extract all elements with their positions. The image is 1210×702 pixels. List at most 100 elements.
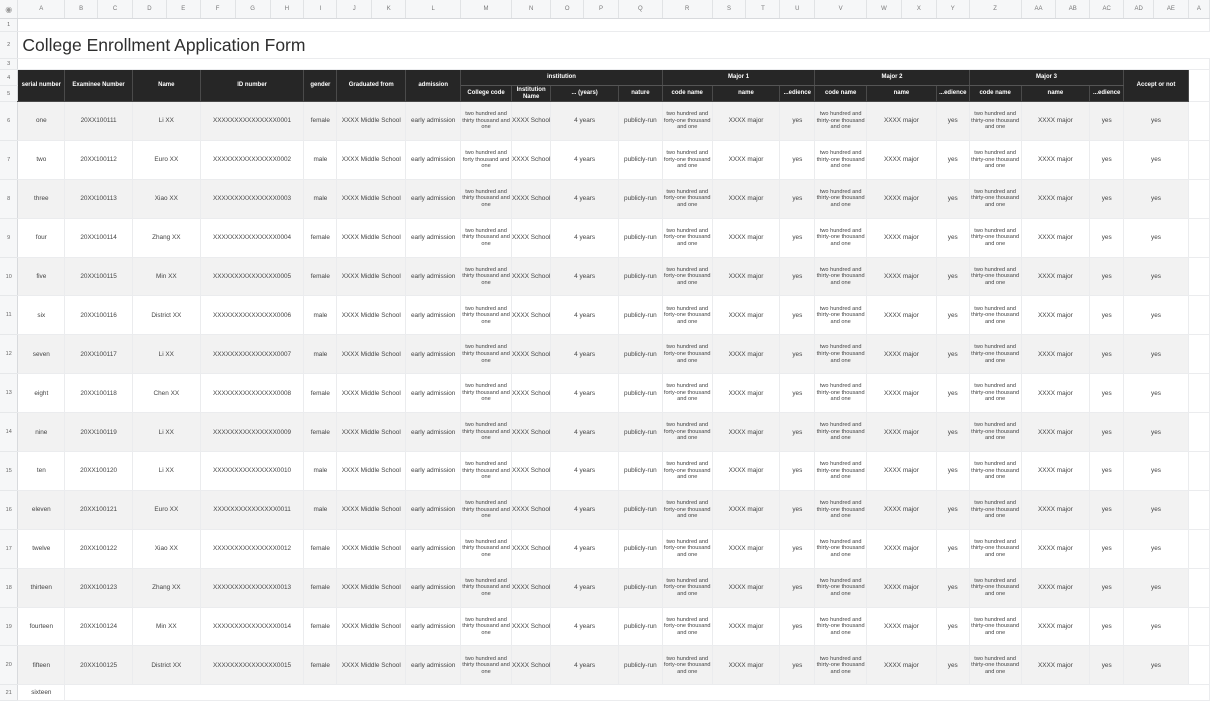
column-letter[interactable]: AB [1055,0,1091,19]
institution-name-cell[interactable]: XXXX School [511,295,552,336]
header-major-1[interactable]: Major 1 [662,69,816,86]
major1-code-cell[interactable]: two hundred and forty-one thousand and o… [662,451,713,491]
name-cell[interactable]: District XX [132,295,201,336]
nature-cell[interactable]: publicly-run [618,140,663,180]
major2-name-cell[interactable]: XXXX major [866,607,937,647]
gender-cell[interactable]: male [303,451,338,491]
column-letter[interactable]: E [166,0,201,19]
header-m3-name[interactable]: name [1021,85,1091,102]
id-number-cell[interactable]: XXXXXXXXXXXXXXX0001 [200,101,305,141]
major2-obedience-cell[interactable]: yes [936,607,970,647]
gender-cell[interactable]: female [303,412,338,453]
column-letter[interactable]: AD [1123,0,1155,19]
examinee-number-cell[interactable]: 20XX100122 [64,529,133,569]
gender-cell[interactable]: female [303,257,338,297]
major3-code-cell[interactable]: two hundred and thirty-one thousand and … [969,529,1022,569]
serial-cell[interactable]: eleven [17,490,66,530]
name-cell[interactable]: District XX [132,645,201,686]
nature-cell[interactable]: publicly-run [618,334,663,375]
major2-name-cell[interactable]: XXXX major [866,490,937,530]
major3-obedience-cell[interactable]: yes [1089,490,1125,530]
examinee-number-cell[interactable]: 20XX100114 [64,218,133,258]
college-code-cell[interactable]: two hundred and thirty thousand and one [460,568,512,608]
admission-cell[interactable]: early admission [405,218,462,258]
accept-cell[interactable]: yes [1123,218,1189,258]
major1-name-cell[interactable]: XXXX major [712,451,781,491]
serial-cell[interactable]: eight [17,373,66,414]
major2-code-cell[interactable]: two hundred and thirty-one thousand and … [814,257,868,297]
college-code-cell[interactable]: two hundred and thirty thousand and one [460,334,512,375]
column-letter[interactable]: C [97,0,133,19]
major1-obedience-cell[interactable]: yes [779,412,816,453]
college-code-cell[interactable]: two hundred and forty thousand and one [460,140,512,180]
header-m2-name[interactable]: name [866,85,937,102]
nature-cell[interactable]: publicly-run [618,607,663,647]
serial-cell[interactable]: six [17,295,66,336]
serial-cell[interactable]: three [17,179,66,219]
header-name[interactable]: Name [132,69,201,102]
row-number[interactable]: 7 [0,140,19,180]
major2-name-cell[interactable]: XXXX major [866,373,937,414]
empty-cell[interactable] [1188,295,1210,336]
major2-obedience-cell[interactable]: yes [936,412,970,453]
major1-code-cell[interactable]: two hundred and forty-one thousand and o… [662,295,713,336]
major2-code-cell[interactable]: two hundred and thirty-one thousand and … [814,645,868,686]
header-m2-code-name[interactable]: code name [814,85,868,102]
id-number-cell[interactable]: XXXXXXXXXXXXXXX0008 [200,373,305,414]
major3-code-cell[interactable]: two hundred and thirty-one thousand and … [969,334,1022,375]
column-letter[interactable]: T [745,0,781,19]
major2-code-cell[interactable]: two hundred and thirty-one thousand and … [814,490,868,530]
major2-name-cell[interactable]: XXXX major [866,334,937,375]
empty-cell[interactable] [1188,490,1210,530]
major1-name-cell[interactable]: XXXX major [712,607,781,647]
major2-obedience-cell[interactable]: yes [936,373,970,414]
major2-name-cell[interactable]: XXXX major [866,451,937,491]
name-cell[interactable]: Euro XX [132,140,201,180]
name-cell[interactable]: Min XX [132,257,201,297]
serial-cell[interactable]: nine [17,412,66,453]
gender-cell[interactable]: female [303,645,338,686]
column-letter[interactable]: AC [1089,0,1125,19]
examinee-number-cell[interactable]: 20XX100119 [64,412,133,453]
college-code-cell[interactable]: two hundred and thirty thousand and one [460,607,512,647]
major3-name-cell[interactable]: XXXX major [1021,334,1091,375]
header-college-code[interactable]: College code [460,85,512,102]
name-cell[interactable]: Li XX [132,451,201,491]
accept-cell[interactable]: yes [1123,412,1189,453]
row-number[interactable]: 16 [0,490,19,530]
column-letter[interactable]: B [64,0,99,19]
empty-cell[interactable] [1188,69,1210,102]
serial-cell[interactable]: four [17,218,66,258]
major3-code-cell[interactable]: two hundred and thirty-one thousand and … [969,295,1022,336]
header-institution-name[interactable]: Institution Name [511,85,552,102]
major1-code-cell[interactable]: two hundred and forty-one thousand and o… [662,257,713,297]
header-institution[interactable]: institution [460,69,663,86]
major1-code-cell[interactable]: two hundred and forty-one thousand and o… [662,101,713,141]
major1-obedience-cell[interactable]: yes [779,607,816,647]
header-major-3[interactable]: Major 3 [969,69,1125,86]
column-letter[interactable]: I [303,0,338,19]
years-cell[interactable]: 4 years [550,373,619,414]
id-number-cell[interactable]: XXXXXXXXXXXXXXX0013 [200,568,305,608]
major3-obedience-cell[interactable]: yes [1089,101,1125,141]
college-code-cell[interactable]: two hundred and thirty thousand and one [460,451,512,491]
examinee-number-cell[interactable]: 20XX100125 [64,645,133,686]
years-cell[interactable]: 4 years [550,179,619,219]
examinee-number-cell[interactable]: 20XX100111 [64,101,133,141]
major3-obedience-cell[interactable]: yes [1089,412,1125,453]
nature-cell[interactable]: publicly-run [618,373,663,414]
accept-cell[interactable]: yes [1123,568,1189,608]
header-m1-code-name[interactable]: code name [662,85,713,102]
graduated-from-cell[interactable]: XXXX Middle School [336,490,407,530]
major3-name-cell[interactable]: XXXX major [1021,568,1091,608]
id-number-cell[interactable]: XXXXXXXXXXXXXXX0003 [200,179,305,219]
major3-obedience-cell[interactable]: yes [1089,295,1125,336]
accept-cell[interactable]: yes [1123,101,1189,141]
major3-name-cell[interactable]: XXXX major [1021,101,1091,141]
accept-cell[interactable]: yes [1123,373,1189,414]
admission-cell[interactable]: early admission [405,645,462,686]
major1-name-cell[interactable]: XXXX major [712,490,781,530]
major2-obedience-cell[interactable]: yes [936,451,970,491]
college-code-cell[interactable]: two hundred and thirty thousand and one [460,218,512,258]
years-cell[interactable]: 4 years [550,451,619,491]
